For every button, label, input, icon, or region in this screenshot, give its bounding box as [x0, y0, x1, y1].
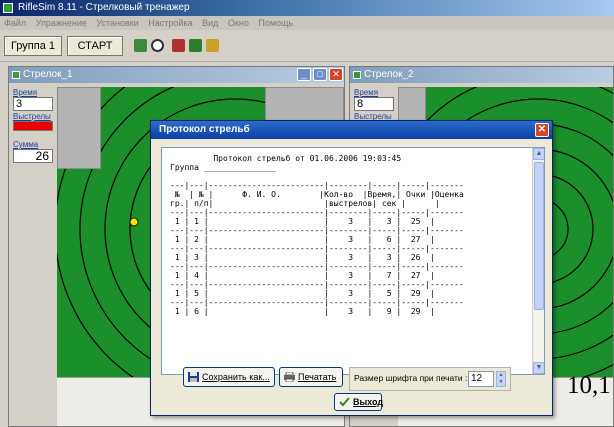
report-line: гр.| п/п| |выстрелов| сек | |: [170, 199, 440, 208]
report-line: [170, 172, 532, 181]
font-size-label: Размер шрифта при печати :: [354, 373, 468, 383]
scroll-thumb[interactable]: [534, 162, 544, 310]
time-value: 8: [354, 97, 394, 111]
menu-window[interactable]: Окно: [228, 18, 249, 28]
shooter1-title: Стрелок_1: [23, 69, 73, 80]
minimize-button[interactable]: _: [297, 68, 311, 81]
exit-label: Выход: [353, 397, 384, 407]
report-line: ---|---|------------------------|-------…: [170, 244, 464, 253]
menu-file[interactable]: Файл: [4, 18, 26, 28]
menubar: Файл Упражнение Установки Настройка Вид …: [0, 16, 614, 30]
targets-icon[interactable]: [134, 39, 147, 52]
report-line: 1 | 4 | | 3 | 7 | 27 |: [170, 271, 435, 280]
report-line: 1 | 2 | | 3 | 6 | 27 |: [170, 235, 435, 244]
shooter1-titlebar: Стрелок_1 _ □ ✕: [9, 67, 344, 83]
group-button[interactable]: Группа 1: [4, 36, 62, 56]
report-text: Протокол стрельб от 01.06.2006 19:03:45 …: [170, 154, 532, 316]
range-icon[interactable]: [189, 39, 202, 52]
menu-config[interactable]: Настройка: [148, 18, 192, 28]
scroll-up-icon[interactable]: ▲: [533, 148, 544, 160]
report-icon[interactable]: [206, 39, 219, 52]
font-size-spinner[interactable]: ▲ ▼: [496, 371, 506, 387]
hit-marker: [129, 217, 139, 227]
protocol-dialog: Протокол стрельб ✕ Протокол стрельб от 0…: [150, 120, 553, 416]
report-scrollbar[interactable]: ▲ ▼: [532, 148, 544, 374]
shots-label: Выстрелы: [13, 112, 51, 121]
score-display: 10,1: [567, 372, 611, 399]
report-line: 1 | 3 | | 3 | 3 | 26 |: [170, 253, 435, 262]
sum-value: 26: [13, 149, 53, 163]
window-icon: [353, 71, 361, 79]
maximize-button[interactable]: □: [313, 68, 327, 81]
close-button[interactable]: ✕: [329, 68, 343, 81]
menu-help[interactable]: Помощь: [258, 18, 293, 28]
report-line: ---|---|------------------------|-------…: [170, 262, 464, 271]
time-value: 3: [13, 97, 53, 111]
save-as-button[interactable]: Сохранить как...: [183, 367, 275, 387]
dialog-title: Протокол стрельб: [159, 124, 250, 135]
shooter2-titlebar: Стрелок_2: [350, 67, 613, 83]
report-textarea[interactable]: Протокол стрельб от 01.06.2006 19:03:45 …: [161, 147, 545, 375]
time-label: Время: [13, 88, 38, 97]
report-line: ---|---|------------------------|-------…: [170, 226, 464, 235]
report-line: ---|---|------------------------|-------…: [170, 280, 464, 289]
font-size-input[interactable]: 12: [468, 371, 494, 387]
checkmark-icon: [339, 397, 350, 407]
menu-settings[interactable]: Установки: [96, 18, 138, 28]
report-line: Группа _______________: [170, 163, 276, 172]
printer-icon: [284, 372, 295, 382]
time-label: Время: [354, 88, 379, 97]
app-icon: [3, 3, 13, 13]
target-cover-left: [57, 87, 101, 169]
report-line: ---|---|------------------------|-------…: [170, 298, 464, 307]
shooter-icon[interactable]: [172, 39, 185, 52]
exit-button[interactable]: Выход: [334, 393, 384, 411]
app-title: RifleSim 8.11 - Стрелковый тренажер: [18, 2, 190, 13]
dialog-titlebar: Протокол стрельб ✕: [151, 121, 552, 139]
report-line: ---|---|------------------------|-------…: [170, 208, 464, 217]
report-line: № | № | Ф. И. О. |Кол-во |Время,| Очки |…: [170, 190, 464, 199]
print-label: Печатать: [298, 372, 337, 382]
window-icon: [12, 71, 20, 79]
sum-label: Сумма: [13, 140, 39, 149]
floppy-icon: [188, 372, 199, 382]
report-line: 1 | 5 | | 3 | 5 | 29 |: [170, 289, 435, 298]
menu-exercise[interactable]: Упражнение: [36, 18, 87, 28]
close-icon[interactable]: ✕: [535, 123, 549, 137]
scroll-down-icon[interactable]: ▼: [533, 362, 544, 374]
report-line: Протокол стрельб от 01.06.2006 19:03:45: [170, 154, 402, 163]
menu-view[interactable]: Вид: [202, 18, 218, 28]
shooter1-stats: Время 3 Выстрелы Сумма 26: [11, 87, 55, 426]
shots-bar: [13, 121, 53, 131]
report-line: 1 | 1 | | 3 | 3 | 25 |: [170, 217, 435, 226]
timer-icon[interactable]: [151, 39, 164, 52]
app-titlebar: RifleSim 8.11 - Стрелковый тренажер: [0, 0, 614, 16]
save-as-label: Сохранить как...: [202, 372, 270, 382]
print-button[interactable]: Печатать: [279, 367, 343, 387]
font-size-group: Размер шрифта при печати : 12 ▲ ▼: [349, 367, 511, 391]
toolbar: Группа 1 СТАРТ: [0, 30, 614, 62]
report-line: ---|---|------------------------|-------…: [170, 181, 464, 190]
shooter2-title: Стрелок_2: [364, 69, 414, 80]
report-line: 1 | 6 | | 3 | 9 | 29 |: [170, 307, 435, 316]
start-button[interactable]: СТАРТ: [67, 36, 123, 56]
